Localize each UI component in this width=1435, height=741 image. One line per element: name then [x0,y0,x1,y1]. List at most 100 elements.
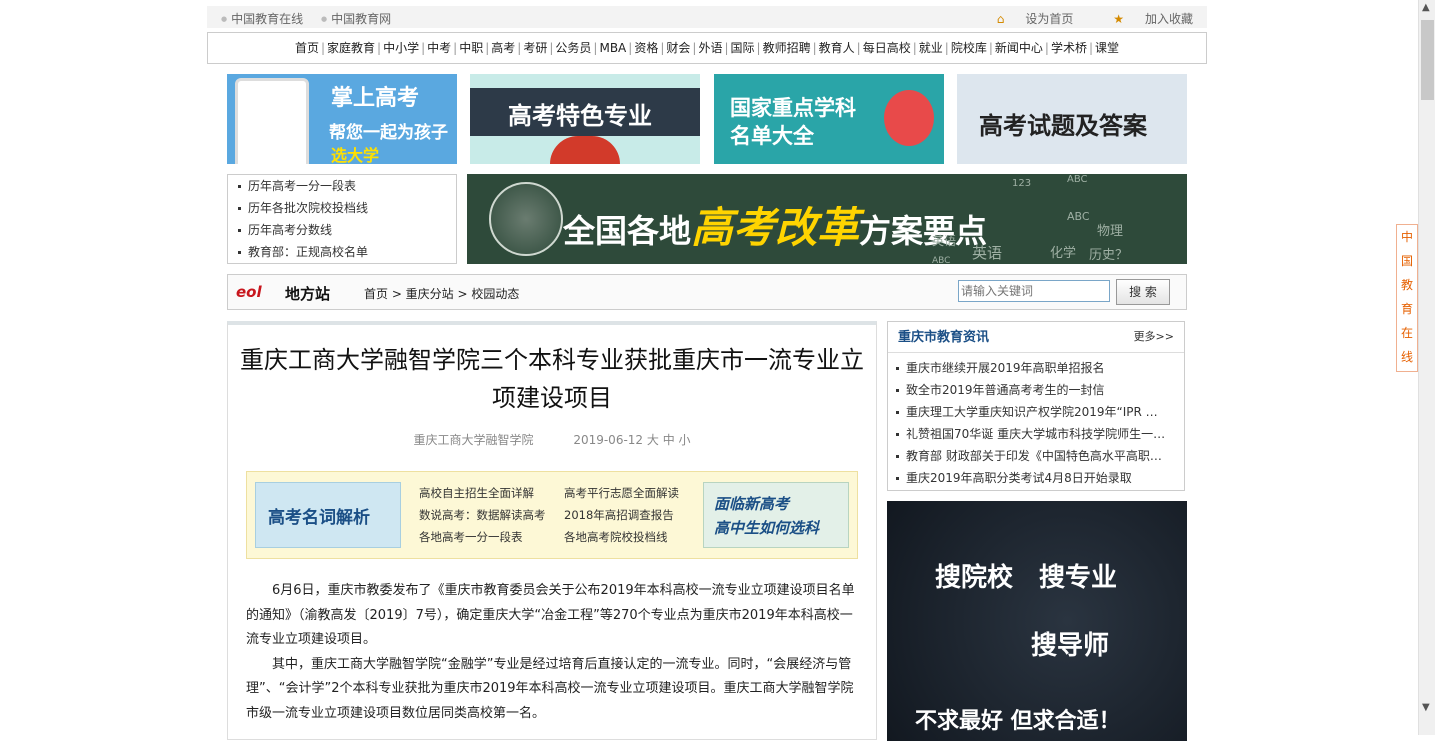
breadcrumb[interactable]: 首页 > 重庆分站 > 校园动态 [364,285,519,302]
news-item[interactable]: 教育部 财政部关于印发《中国特色高水平高职… [888,445,1184,467]
side-tab-char: 在 [1400,326,1413,340]
scrollbar[interactable]: ▲ ▼ [1418,0,1435,735]
add-favorite-link[interactable]: ★ 加入收藏 [1095,12,1193,26]
banner-key-discipline[interactable]: 国家重点学科 名单大全 [714,74,944,164]
search-button[interactable]: 搜 索 [1116,279,1170,305]
nav-item[interactable]: 就业 [919,41,943,55]
list-item[interactable]: 历年高考一分一段表 [228,175,456,197]
promo-box: 高考名词解析 高校自主招生全面详解 高考平行志愿全面解读数说高考：数据解读高考 20… [246,471,858,559]
more-link[interactable]: 更多>> [1134,322,1174,352]
scroll-up-icon[interactable]: ▲ [1422,2,1430,13]
banner-exam-answers[interactable]: 高考试题及答案 [957,74,1187,164]
news-item[interactable]: 重庆2019年高职分类考试4月8日开始录取 [888,467,1184,489]
nav-item[interactable]: 公务员 [555,41,591,55]
side-tab-char: 中 [1400,230,1413,244]
nav-item[interactable]: 首页 [295,41,319,55]
scroll-down-icon[interactable]: ▼ [1422,702,1430,713]
news-list: 重庆市继续开展2019年高职单招报名 致全市2019年普通高考考生的一封信 重庆理工… [888,353,1184,489]
banner-special-major[interactable]: 高考特色专业 [470,74,700,164]
nav-item[interactable]: 中小学 [383,41,419,55]
nav-separator: | [988,41,993,55]
nav-item[interactable]: 考研 [523,41,547,55]
right-sidebar: 重庆市教育资讯 更多>> 重庆市继续开展2019年高职单招报名 致全市2019年普… [887,321,1187,741]
nav-item[interactable]: 中职 [459,41,483,55]
globe-image [489,182,563,256]
reform-deco-9: ABC [932,256,951,264]
nav-item[interactable]: 新闻中心 [995,41,1043,55]
search-input[interactable] [958,280,1110,302]
news-item[interactable]: 礼赞祖国70华诞 重庆大学城市科技学院师生一… [888,423,1184,445]
nav-item[interactable]: 家庭教育 [327,41,375,55]
news-item[interactable]: 致全市2019年普通高考考生的一封信 [888,379,1184,401]
quick-links-list: 历年高考一分一段表 历年各批次院校投档线 历年高考分数线 教育部：正规高校名单 [227,174,457,264]
banner-app[interactable]: 掌上高考 帮您一起为孩子 选大学 [227,74,457,164]
promo-link[interactable]: 各地高考一分一段表 [407,526,552,548]
book-image [884,90,934,146]
article-body: 6月6日，重庆市教委发布了《重庆市教育委员会关于公布2019年本科高校一流专业立… [246,579,856,726]
reform-title: 全国各地高考改革方案要点 [563,203,988,252]
article-meta: 重庆工商大学融智学院 2019-06-12 大 中 小 [413,433,691,447]
news-title: 重庆市教育资讯 [898,330,990,345]
news-item[interactable]: 重庆理工大学重庆知识产权学院2019年“IPR … [888,401,1184,423]
nav-item[interactable]: 课堂 [1095,41,1119,55]
list-item[interactable]: 教育部：正规高校名单 [228,241,456,263]
list-item[interactable]: 历年各批次院校投档线 [228,197,456,219]
local-station-bar: eol 地方站 首页 > 重庆分站 > 校园动态 搜 索 [227,274,1187,310]
reform-deco-5: 化学 [1050,246,1077,261]
link-eol[interactable]: 中国教育在线 [221,12,303,26]
set-home-link[interactable]: ⌂ 设为首页 [979,12,1074,26]
nav-item[interactable]: MBA [599,41,626,55]
nav-separator: | [856,41,861,55]
font-size-switch[interactable]: 大 中 小 [647,433,691,447]
nav-item[interactable]: 外语 [698,41,722,55]
nav-separator: | [517,41,522,55]
search-ad-banner[interactable]: 搜院校 搜专业 搜导师 不求最好 但求合适！ [887,501,1187,741]
news-item[interactable]: 重庆市继续开展2019年高职单招报名 [888,357,1184,379]
nav-item[interactable]: 教育人 [819,41,855,55]
promo-link[interactable]: 数说高考：数据解读高考 [407,504,552,526]
star-icon: ★ [1113,12,1124,26]
list-item[interactable]: 历年高考分数线 [228,219,456,241]
promo-left-banner[interactable]: 高考名词解析 [255,482,401,548]
nav-separator: | [1044,41,1049,55]
promo-link[interactable]: 高校自主招生全面详解 [407,482,552,504]
nav-item[interactable]: 每日高校 [863,41,911,55]
link-edu-net[interactable]: 中国教育网 [321,12,391,26]
nav-item[interactable]: 学术桥 [1051,41,1087,55]
scroll-thumb[interactable] [1421,20,1434,100]
top-links: 中国教育在线 中国教育网 [221,10,405,27]
news-box: 重庆市教育资讯 更多>> 重庆市继续开展2019年高职单招报名 致全市2019年普… [887,321,1185,491]
promo-link[interactable]: 高考平行志愿全面解读 [552,482,697,504]
promo-link[interactable]: 2018年高招调查报告 [552,504,697,526]
nav-separator: | [912,41,917,55]
nav-item[interactable]: 中考 [427,41,451,55]
reform-deco-1: 123 [1012,178,1032,189]
banner-gaokao-reform[interactable]: 全国各地高考改革方案要点 123 ABC 物理 英语 化学 历史？ ABC 英语… [467,174,1187,264]
paragraph-2: 其中，重庆工商大学融智学院“金融学”专业是经过培育后直接认定的一流专业。同时，“… [246,656,854,721]
eol-logo[interactable]: eol [236,283,262,301]
promo-link[interactable]: 各地高考院校投档线 [552,526,697,548]
nav-separator: | [1088,41,1093,55]
article-panel: 重庆工商大学融智学院三个本科专业获批重庆市一流专业立项建设项目 重庆工商大学融智… [227,321,877,740]
nav-item[interactable]: 国际 [731,41,755,55]
promo-links: 高校自主招生全面详解 高考平行志愿全面解读数说高考：数据解读高考 2018年高招调查… [407,482,697,548]
nav-separator: | [628,41,633,55]
side-tab-char: 教 [1400,278,1413,292]
nav-separator: | [724,41,729,55]
top-right-links: ⌂ 设为首页 ★ 加入收藏 [961,10,1193,27]
main-nav: 首页 | 家庭教育 | 中小学 | 中考 | 中职 | 高考 | 考研 | 公务员 | MBA | 资格 | 财会 | 外语… [207,32,1207,64]
nav-item[interactable]: 教师招聘 [763,41,811,55]
nav-separator: | [593,41,598,55]
nav-item[interactable]: 资格 [634,41,658,55]
nav-item[interactable]: 财会 [666,41,690,55]
article-title: 重庆工商大学融智学院三个本科专业获批重庆市一流专业立项建设项目 [240,346,864,412]
nav-item[interactable]: 高考 [491,41,515,55]
reform-deco-3: 物理 [1097,224,1124,239]
side-float-tab[interactable]: 中国教育在线 [1396,224,1418,372]
nav-separator: | [660,41,665,55]
nav-separator: | [377,41,382,55]
nav-separator: | [812,41,817,55]
nav-item[interactable]: 院校库 [951,41,987,55]
home-icon: ⌂ [996,12,1005,26]
promo-right-banner[interactable]: 面临新高考 高中生如何选科 [703,482,849,548]
